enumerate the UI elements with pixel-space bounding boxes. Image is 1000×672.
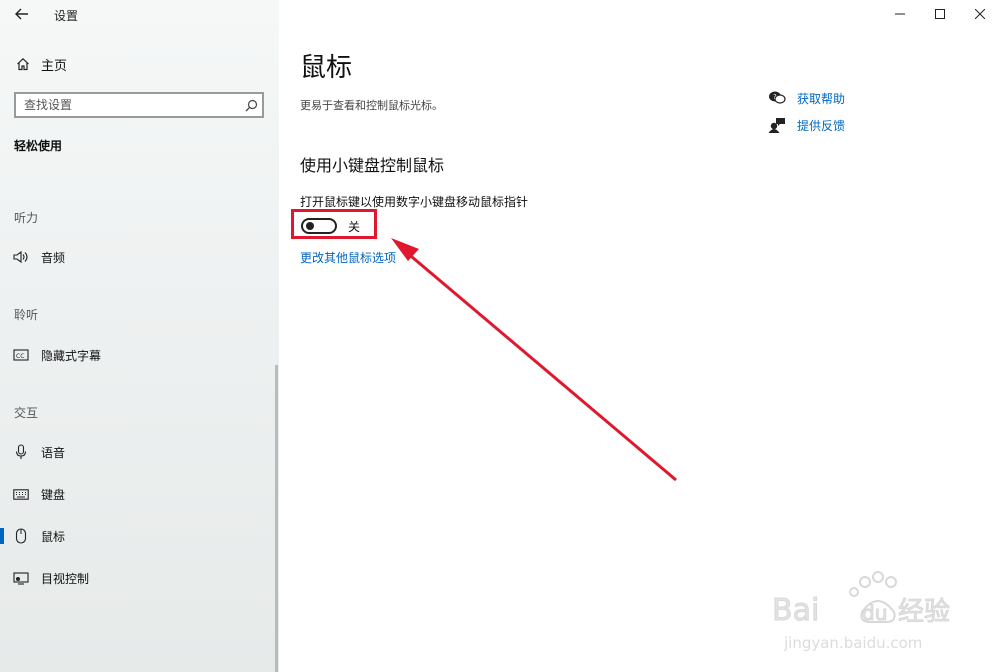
- sidebar-item-label: 主页: [41, 58, 68, 74]
- sidebar-item-label: 键盘: [41, 487, 66, 502]
- sidebar-item-eye-control[interactable]: 目视控制: [0, 563, 275, 593]
- eye-control-icon: [12, 569, 30, 587]
- sidebar-item-mouse[interactable]: 鼠标: [0, 521, 275, 551]
- baidu-watermark: Bai du 经验 jingyan.baidu.com: [772, 571, 951, 652]
- group-heading-hearing: 听力: [14, 211, 39, 225]
- svg-text:du: du: [862, 601, 887, 625]
- closed-caption-icon: CC: [12, 346, 30, 364]
- settings-window: 设置 主页 轻松使用 听力 音频 聆听 CC 隐藏式字幕: [0, 0, 1000, 672]
- app-title: 设置: [54, 9, 79, 23]
- category-title: 轻松使用: [14, 139, 63, 153]
- sidebar: 设置 主页 轻松使用 听力 音频 聆听 CC 隐藏式字幕: [0, 0, 279, 672]
- sidebar-item-closed-captions[interactable]: CC 隐藏式字幕: [0, 340, 275, 370]
- keyboard-icon: [12, 485, 30, 503]
- main-content: 鼠标 更易于查看和控制鼠标光标。 ? 获取帮助 提供反馈 使用小键盘控制鼠标 打…: [279, 0, 1000, 672]
- search-box[interactable]: [14, 92, 264, 118]
- mouse-icon: [12, 527, 30, 545]
- search-icon[interactable]: [240, 95, 262, 115]
- speaker-icon: [12, 248, 30, 266]
- sidebar-item-label: 隐藏式字幕: [41, 348, 102, 363]
- search-input[interactable]: [16, 94, 240, 116]
- svg-text:Bai: Bai: [772, 593, 819, 628]
- sidebar-item-keyboard[interactable]: 键盘: [0, 479, 275, 509]
- svg-text:CC: CC: [16, 353, 24, 360]
- sidebar-item-home[interactable]: 主页: [14, 54, 67, 74]
- back-button[interactable]: [10, 4, 34, 26]
- watermark-url: jingyan.baidu.com: [783, 634, 922, 652]
- sidebar-item-label: 音频: [41, 250, 66, 265]
- group-heading-interaction: 交互: [14, 406, 39, 420]
- group-heading-listening: 聆听: [14, 308, 39, 322]
- sidebar-scrollbar[interactable]: [275, 365, 278, 672]
- back-arrow-icon: [15, 8, 28, 20]
- sidebar-item-audio[interactable]: 音频: [0, 242, 275, 272]
- sidebar-item-label: 目视控制: [41, 571, 90, 586]
- selection-indicator: [0, 528, 4, 544]
- microphone-icon: [12, 443, 30, 461]
- home-icon: [14, 55, 32, 73]
- sidebar-item-speech[interactable]: 语音: [0, 437, 275, 467]
- sidebar-item-label: 鼠标: [41, 529, 66, 544]
- sidebar-item-label: 语音: [41, 445, 66, 460]
- svg-text:经验: 经验: [898, 597, 950, 627]
